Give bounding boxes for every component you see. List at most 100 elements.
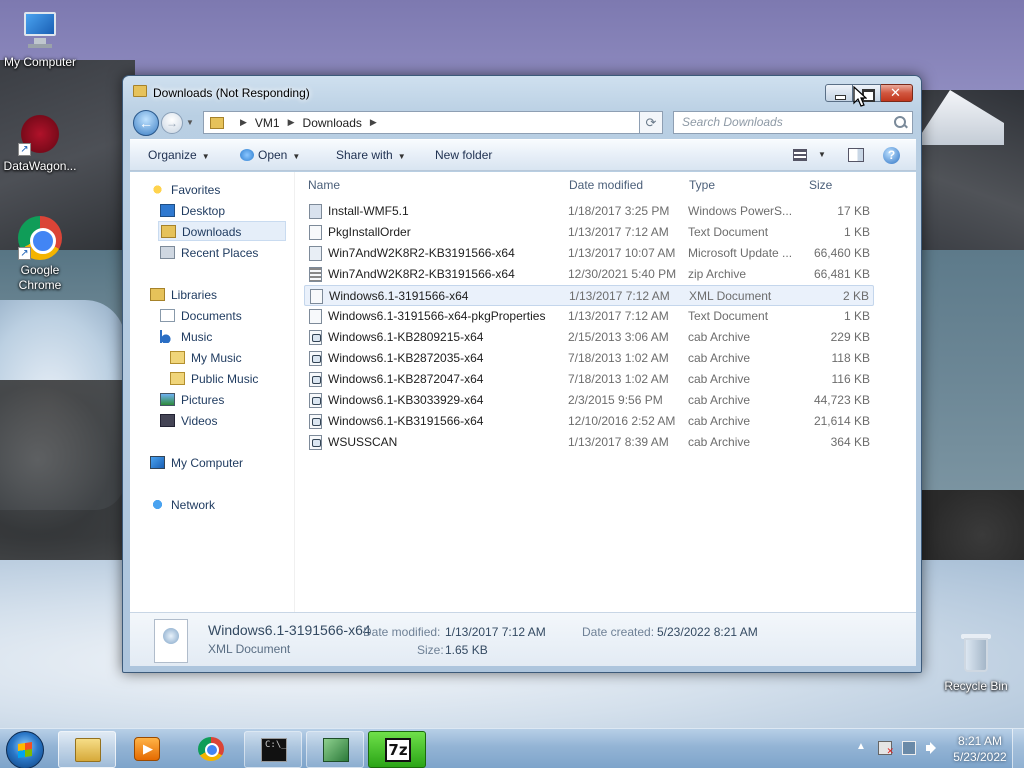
details-pane: Windows6.1-3191566-x64 XML Document Date… [130,612,916,666]
file-row[interactable]: Win7AndW2K8R2-KB3191566-x64 1/13/2017 10:… [304,243,874,264]
file-row[interactable]: Windows6.1-KB2872035-x64 7/18/2013 1:02 A… [304,348,874,369]
desktop-icon-datawagon[interactable]: ↗ DataWagon... [0,112,80,174]
nav-public-music[interactable]: Public Music [170,369,258,389]
volume-icon[interactable] [926,741,940,755]
file-type: Windows PowerS... [688,204,793,218]
clock[interactable]: 8:21 AM 5/23/2022 [949,733,1011,765]
file-row[interactable]: Windows6.1-KB3191566-x64 12/10/2016 2:52 … [304,411,874,432]
details-date-created-value: 5/23/2022 8:21 AM [657,625,758,639]
file-row[interactable]: Install-WMF5.1 1/18/2017 3:25 PM Windows P… [304,201,874,222]
recent-pages-dropdown-icon[interactable]: ▼ [186,118,194,127]
refresh-button[interactable]: ⟳ [639,111,663,134]
cab-file-icon [309,351,322,366]
nav-label: Videos [181,414,218,428]
file-type: XML Document [689,289,772,303]
preview-pane-icon[interactable] [848,148,864,162]
explorer-window[interactable]: Downloads (Not Responding) ← → ▼ ▶ VM1 ▶… [122,75,922,673]
libraries-icon [150,288,165,301]
clock-date: 5/23/2022 [953,750,1007,764]
file-size: 2 KB [842,289,869,303]
nav-videos[interactable]: Videos [160,411,217,431]
desktop-icon-my-computer[interactable]: My Computer [0,8,80,70]
organize-button[interactable]: Organize ▼ [148,148,210,162]
window-title: Downloads (Not Responding) [153,86,310,100]
file-type: cab Archive [688,435,751,449]
breadcrumb-chevron-icon[interactable]: ▶ [370,117,377,128]
taskbar-7zip[interactable]: 7z [368,731,426,768]
file-row[interactable]: Windows6.1-3191566-x64 1/13/2017 7:12 AM X… [304,285,874,306]
taskbar-vm-app[interactable] [306,731,364,768]
nav-documents[interactable]: Documents [160,306,242,326]
search-input[interactable]: Search Downloads [673,111,913,134]
file-row[interactable]: Win7AndW2K8R2-KB3191566-x64 12/30/2021 5:… [304,264,874,285]
minimize-button[interactable] [825,84,853,102]
pictures-icon [160,393,175,406]
file-row[interactable]: WSUSSCAN 1/13/2017 8:39 AM cab Archive 364 … [304,432,874,453]
documents-icon [160,309,175,322]
breadcrumb-downloads[interactable]: Downloads [303,116,362,130]
start-button[interactable] [6,731,44,768]
nav-libraries[interactable]: Libraries [150,285,217,305]
taskbar-chrome[interactable] [182,731,240,768]
shortcut-arrow-icon: ↗ [18,247,31,260]
nav-network[interactable]: Network [150,495,215,515]
change-view-icon[interactable] [793,149,807,161]
powershell-file-icon [309,204,322,219]
close-button[interactable] [881,84,913,102]
title-bar[interactable]: Downloads (Not Responding) [123,76,921,108]
text-file-icon [309,309,322,324]
file-date-modified: 7/18/2013 1:02 AM [568,351,669,365]
breadcrumb-vm1[interactable]: VM1 [255,116,280,130]
breadcrumb-chevron-icon[interactable]: ▶ [288,117,295,128]
column-header-date-modified[interactable]: Date modified [569,178,643,198]
help-icon[interactable]: ? [883,147,900,164]
desktop-icon-recycle-bin[interactable]: Recycle Bin [936,632,1016,694]
open-button[interactable]: Open ▼ [240,148,300,162]
nav-label: Pictures [181,393,225,407]
column-header-size[interactable]: Size [809,178,832,198]
forward-button[interactable]: → [161,112,183,134]
file-row[interactable]: Windows6.1-KB2809215-x64 2/15/2013 3:06 A… [304,327,874,348]
file-name: Win7AndW2K8R2-KB3191566-x64 [328,267,515,281]
nav-recent-places[interactable]: Recent Places [160,243,258,263]
show-hidden-icons-icon[interactable]: ▲ [856,741,866,752]
star-icon [150,183,165,196]
nav-my-computer[interactable]: My Computer [150,453,243,473]
nav-label: Desktop [181,204,226,218]
show-desktop-button[interactable] [1012,729,1024,768]
file-row[interactable]: Windows6.1-3191566-x64-pkgProperties 1/13… [304,306,874,327]
new-folder-button[interactable]: New folder [435,148,492,162]
action-center-flag-icon[interactable] [878,741,894,757]
share-with-button[interactable]: Share with ▼ [336,148,406,162]
nav-desktop[interactable]: Desktop [160,201,225,221]
file-row[interactable]: Windows6.1-KB3033929-x64 2/3/2015 9:56 PM… [304,390,874,411]
nav-favorites[interactable]: Favorites [150,180,220,200]
taskbar-command-prompt[interactable]: C:\_ [244,731,302,768]
view-options-dropdown-icon[interactable]: ▼ [818,150,826,159]
desktop-icon-label: Recycle Bin [944,679,1008,693]
taskbar-explorer[interactable] [58,731,116,768]
file-row[interactable]: PkgInstallOrder 1/13/2017 7:12 AM Text Doc… [304,222,874,243]
nav-downloads[interactable]: Downloads [158,221,286,241]
taskbar: C:\_ 7z ▲ 8:21 AM 5/23/2022 [0,728,1024,768]
nav-pictures[interactable]: Pictures [160,390,224,410]
cab-file-icon [309,435,322,450]
nav-label: Documents [181,309,242,323]
search-icon[interactable] [893,115,907,129]
details-file-name: Windows6.1-3191566-x64 [208,622,371,638]
nav-music[interactable]: Music [160,327,212,347]
file-row[interactable]: Windows6.1-KB2872047-x64 7/18/2013 1:02 A… [304,369,874,390]
back-button[interactable]: ← [133,110,159,136]
column-header-type[interactable]: Type [689,178,715,198]
taskbar-media-player[interactable] [118,731,176,768]
network-icon[interactable] [902,741,916,755]
breadcrumb-chevron-icon[interactable]: ▶ [240,117,247,128]
column-header-name[interactable]: Name [308,178,340,198]
search-placeholder: Search Downloads [682,115,783,129]
music-note-icon [160,330,175,343]
nav-my-music[interactable]: My Music [170,348,242,368]
file-type: Microsoft Update ... [688,246,793,260]
address-bar[interactable]: ▶ VM1 ▶ Downloads ▶ ▼ [203,111,661,134]
desktop-icon-google-chrome[interactable]: ↗ Google Chrome [0,216,80,293]
folder-icon [170,372,185,385]
